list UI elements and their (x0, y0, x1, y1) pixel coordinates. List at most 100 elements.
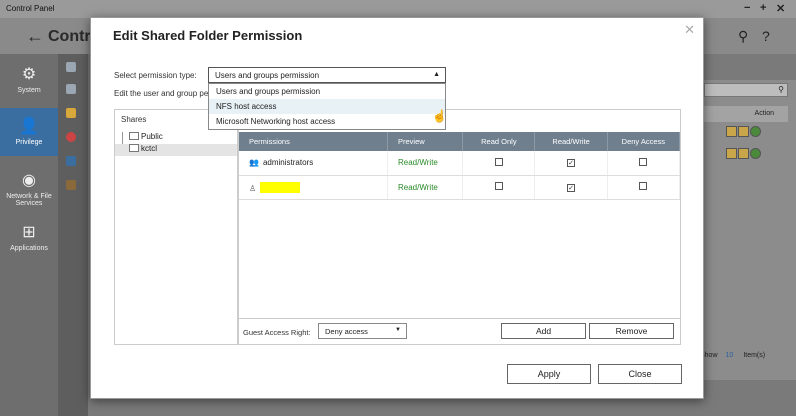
refresh-icon[interactable] (750, 126, 761, 137)
domain-icon[interactable] (66, 156, 76, 166)
caret-up-icon: ▲ (433, 71, 440, 78)
dialog-title: Edit Shared Folder Permission (113, 28, 303, 43)
pagination: Show 10 Item(s) (700, 352, 765, 359)
tree-item-label: kctcl (141, 144, 157, 153)
read-write-checkbox[interactable]: ✓ (567, 159, 576, 168)
col-permissions: Permissions (239, 132, 388, 151)
read-write-cell: ✓ (534, 175, 608, 200)
permission-name-cell: 👥 administrators (239, 151, 388, 176)
close-window-icon[interactable]: ✕ (776, 2, 785, 15)
read-only-cell (462, 175, 536, 200)
permission-name: administrators (262, 158, 314, 168)
tree-item-kctcl[interactable]: kctcl (115, 144, 237, 156)
permission-name-cell: ♙ (239, 175, 388, 200)
left-nav: ⚙ System 👤 Privilege ◉ Network & File Se… (0, 54, 58, 416)
group-icon: 👥 (249, 158, 259, 168)
back-arrow-icon[interactable]: ← (26, 26, 44, 47)
deny-access-checkbox[interactable] (639, 182, 648, 190)
nav-label: Network & File Services (6, 193, 52, 207)
shares-tree: Public kctcl (115, 132, 237, 156)
window-titlebar: Control Panel − + ✕ (0, 0, 796, 18)
dropdown-option-users-groups[interactable]: Users and groups permission (209, 84, 445, 99)
search-icon[interactable]: ⚲ (738, 28, 748, 45)
close-icon[interactable]: ✕ (684, 22, 695, 38)
gear-icon: ⚙ (21, 66, 37, 83)
permission-type-value: Users and groups permission (215, 71, 320, 80)
table-row: 👥 administrators Read/Write ✓ (239, 151, 681, 176)
globe-icon: ◉ (22, 172, 36, 189)
guest-access-value: Deny access (325, 327, 368, 336)
user-icon: 👤 (19, 118, 39, 135)
read-write-checkbox[interactable]: ✓ (567, 183, 576, 192)
nav-item-privilege[interactable]: 👤 Privilege (0, 108, 58, 156)
edit-instructions-label: Edit the user and group pe (114, 89, 209, 98)
permission-type-label: Select permission type: (114, 71, 197, 80)
remove-button[interactable]: Remove (589, 323, 674, 339)
folder-icon (129, 144, 139, 152)
edit-permission-dialog: Edit Shared Folder Permission ✕ Select p… (90, 17, 704, 399)
search-icon: ⚲ (778, 85, 784, 94)
apply-button[interactable]: Apply (507, 364, 591, 384)
guest-access-label: Guest Access Right: (243, 328, 311, 337)
col-read-only: Read Only (462, 132, 536, 151)
action-column-header: Action (704, 106, 788, 122)
nav-label: System (17, 87, 41, 94)
app-title: Contr (48, 28, 91, 45)
deny-access-checkbox[interactable] (639, 157, 648, 166)
read-only-cell (462, 151, 536, 176)
guest-access-select[interactable]: Deny access ▼ (318, 323, 407, 339)
deny-access-cell (607, 151, 681, 176)
folder-icon (129, 132, 139, 140)
shared-folder-icon[interactable] (66, 108, 76, 118)
user-icon: ♙ (249, 183, 257, 193)
table-row: ♙ Read/Write ✓ (239, 175, 681, 200)
nav-label: Applications (10, 245, 48, 252)
caret-down-icon: ▼ (395, 327, 401, 333)
apps-icon: ⊞ (22, 224, 36, 241)
nav-item-system[interactable]: ⚙ System (0, 64, 58, 104)
sub-nav (58, 54, 88, 416)
table-header-row: Permissions Preview Read Only Read/Write… (239, 132, 681, 151)
preview-cell: Read/Write (387, 151, 464, 176)
edit-icon[interactable] (726, 148, 737, 159)
action-buttons[interactable] (726, 126, 766, 138)
dropdown-option-nfs[interactable]: NFS host access (209, 99, 445, 114)
add-button[interactable]: Add (501, 323, 586, 339)
nav-item-applications[interactable]: ⊞ Applications (0, 222, 58, 262)
window-title: Control Panel (6, 4, 55, 13)
shares-panel: Shares Public kctcl (114, 109, 238, 345)
action-buttons[interactable] (726, 148, 766, 160)
security-icon[interactable] (66, 180, 76, 190)
items-label: Item(s) (743, 352, 766, 359)
col-preview: Preview (387, 132, 464, 151)
permission-type-dropdown: Users and groups permission NFS host acc… (208, 83, 446, 130)
permission-type-select[interactable]: Users and groups permission ▲ (208, 67, 446, 83)
col-read-write: Read/Write (534, 132, 608, 151)
deny-access-cell (607, 175, 681, 200)
right-panel: ⚲ Action (700, 80, 796, 380)
minimize-icon[interactable]: − (744, 2, 750, 14)
preview-cell: Read/Write (387, 175, 464, 200)
dropdown-option-microsoft-networking[interactable]: Microsoft Networking host access (209, 114, 445, 129)
close-button[interactable]: Close (598, 364, 682, 384)
refresh-icon[interactable] (750, 148, 761, 159)
redacted-username (260, 181, 301, 193)
tree-item-public[interactable]: Public (115, 132, 237, 144)
read-only-checkbox[interactable] (494, 182, 503, 190)
show-count-select[interactable]: 10 (726, 352, 734, 359)
nav-item-network[interactable]: ◉ Network & File Services (0, 170, 58, 214)
permission-icon[interactable] (738, 148, 749, 159)
quota-icon[interactable] (66, 132, 76, 142)
read-write-cell: ✓ (534, 151, 608, 176)
maximize-icon[interactable]: + (760, 2, 766, 14)
permission-icon[interactable] (738, 126, 749, 137)
read-only-checkbox[interactable] (494, 157, 503, 166)
edit-icon[interactable] (726, 126, 737, 137)
hand-cursor-icon: ☝ (432, 109, 447, 123)
groups-icon[interactable] (66, 84, 76, 94)
permissions-footer: Guest Access Right: Deny access ▼ Add Re… (239, 318, 680, 345)
help-icon[interactable]: ? (762, 28, 770, 44)
tree-item-label: Public (141, 132, 163, 141)
folder-search-input[interactable]: ⚲ (704, 83, 788, 97)
users-icon[interactable] (66, 62, 76, 72)
